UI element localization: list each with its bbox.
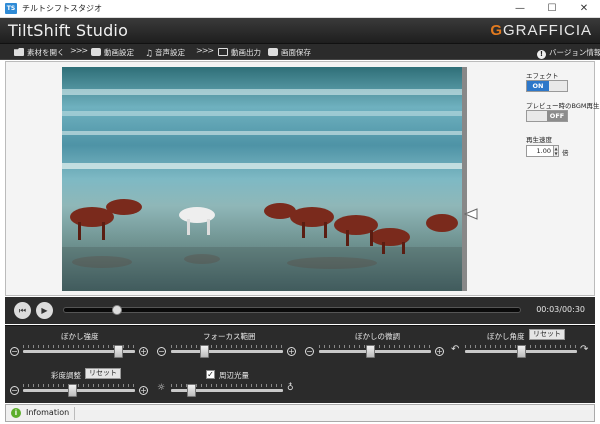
brand-logo-mark: G bbox=[490, 22, 503, 39]
effect-toggle[interactable]: ON bbox=[526, 80, 568, 92]
open-material-button[interactable]: 素材を開く bbox=[14, 46, 65, 59]
focus-range-label: フォーカス範囲 bbox=[203, 332, 256, 341]
version-info-button[interactable]: ! バージョン情報 bbox=[537, 46, 600, 59]
saturation-reset-button[interactable]: リセット bbox=[85, 368, 121, 379]
information-label: Infomation bbox=[26, 408, 70, 417]
app-header: TiltShift Studio GGRAFFICIA bbox=[0, 18, 600, 43]
film-icon bbox=[218, 48, 228, 56]
speed-label: 再生速度 bbox=[526, 136, 552, 144]
video-preview[interactable] bbox=[62, 67, 462, 291]
minimize-button[interactable]: — bbox=[504, 0, 536, 18]
divider bbox=[74, 407, 75, 420]
blur-fine-label: ぼかしの微調 bbox=[355, 332, 400, 341]
speed-unit: 倍 bbox=[562, 149, 569, 157]
blur-fine-minus-icon[interactable]: − bbox=[305, 347, 314, 356]
blur-strength-slider[interactable] bbox=[23, 345, 135, 358]
preview-stage: エフェクト ON プレビュー時のBGM再生 OFF 再生速度 1.00 ▲ ▼ 倍 bbox=[5, 61, 600, 296]
bgm-toggle[interactable]: OFF bbox=[526, 110, 568, 122]
rotate-left-icon[interactable]: ↶ bbox=[451, 344, 459, 355]
blur-angle-thumb[interactable] bbox=[516, 345, 526, 358]
window-title: チルトシフトスタジオ bbox=[22, 4, 102, 13]
saturation-plus-icon[interactable]: + bbox=[139, 386, 148, 395]
open-material-label: 素材を開く bbox=[27, 48, 65, 57]
close-button[interactable]: ✕ bbox=[568, 0, 600, 18]
save-image-label: 画面保存 bbox=[281, 48, 311, 57]
preview-scrollbar[interactable] bbox=[462, 67, 467, 291]
focus-range-slider[interactable] bbox=[171, 345, 283, 358]
blur-strength-label: ぼかし強度 bbox=[61, 332, 99, 341]
blur-angle-reset-button[interactable]: リセット bbox=[529, 329, 565, 340]
seek-knob[interactable] bbox=[112, 305, 123, 315]
save-image-button[interactable]: 画面保存 bbox=[268, 46, 311, 59]
camera-icon bbox=[268, 48, 278, 56]
blur-fine-plus-icon[interactable]: + bbox=[435, 347, 444, 356]
info-circle-icon: i bbox=[11, 408, 21, 418]
speed-spinner[interactable]: ▲ ▼ bbox=[554, 145, 559, 157]
video-output-button[interactable]: 動画出力 bbox=[218, 46, 261, 59]
video-camera-icon bbox=[91, 48, 101, 56]
playback-bar: ⏮ ▶ 00:03/00:30 bbox=[5, 297, 595, 324]
bgm-off-state: OFF bbox=[547, 111, 567, 121]
blur-angle-label: ぼかし角度 bbox=[487, 332, 525, 341]
speed-input[interactable]: 1.00 bbox=[526, 145, 554, 157]
vignette-thumb[interactable] bbox=[187, 384, 197, 397]
play-button[interactable]: ▶ bbox=[36, 302, 53, 319]
blur-strength-thumb[interactable] bbox=[113, 345, 123, 358]
saturation-thumb[interactable] bbox=[68, 384, 78, 397]
rotate-right-icon[interactable]: ↷ bbox=[580, 344, 588, 355]
blur-strength-plus-icon[interactable]: + bbox=[139, 347, 148, 356]
blur-angle-slider[interactable] bbox=[465, 345, 577, 358]
saturation-slider[interactable] bbox=[23, 384, 135, 397]
app-title: TiltShift Studio bbox=[8, 21, 129, 40]
effect-on-state: ON bbox=[527, 81, 549, 91]
saturation-label: 彩度調整 bbox=[51, 371, 81, 380]
step-arrow-icon: >>> bbox=[196, 46, 214, 55]
music-note-icon: ♫ bbox=[145, 49, 154, 59]
vignette-label: 周辺光量 bbox=[219, 371, 249, 380]
brand-logo-text: GRAFFICIA bbox=[502, 22, 592, 39]
rewind-button[interactable]: ⏮ bbox=[14, 302, 31, 319]
information-bar: i Infomation bbox=[5, 404, 595, 422]
version-info-label: バージョン情報 bbox=[549, 48, 600, 57]
light-bulb-dim-icon[interactable]: ☼ bbox=[157, 383, 165, 393]
audio-settings-button[interactable]: ♫ 音声設定 bbox=[145, 46, 185, 59]
vignette-slider[interactable] bbox=[171, 384, 283, 397]
blur-fine-slider[interactable] bbox=[319, 345, 431, 358]
focus-range-plus-icon[interactable]: + bbox=[287, 347, 296, 356]
step-arrow-icon: >>> bbox=[70, 46, 88, 55]
brand-logo: GGRAFFICIA bbox=[490, 22, 592, 39]
video-settings-label: 動画設定 bbox=[104, 48, 134, 57]
window-titlebar: TS チルトシフトスタジオ — ☐ ✕ bbox=[0, 0, 600, 18]
blur-strength-minus-icon[interactable]: − bbox=[10, 347, 19, 356]
toolbar: 素材を開く >>> 動画設定 ♫ 音声設定 >>> 動画出力 画面保存 ! バージョ… bbox=[0, 43, 600, 60]
video-output-label: 動画出力 bbox=[231, 48, 261, 57]
focus-range-thumb[interactable] bbox=[199, 345, 209, 358]
info-icon: ! bbox=[537, 50, 546, 59]
video-settings-button[interactable]: 動画設定 bbox=[91, 46, 134, 59]
folder-icon bbox=[14, 48, 24, 56]
blur-fine-thumb[interactable] bbox=[366, 345, 376, 358]
horses-beach-image bbox=[62, 67, 462, 291]
saturation-minus-icon[interactable]: − bbox=[10, 386, 19, 395]
app-icon: TS bbox=[5, 3, 17, 14]
focus-range-minus-icon[interactable]: − bbox=[157, 347, 166, 356]
audio-settings-label: 音声設定 bbox=[155, 48, 185, 57]
effect-controls: ぼかし強度 − + フォーカス範囲 − + ぼかしの微調 − + ぼかし角度 リ… bbox=[5, 325, 595, 403]
bgm-label: プレビュー時のBGM再生 bbox=[526, 102, 600, 110]
time-readout: 00:03/00:30 bbox=[536, 305, 585, 314]
effect-label: エフェクト bbox=[526, 72, 559, 80]
maximize-button[interactable]: ☐ bbox=[536, 0, 568, 18]
seek-track[interactable] bbox=[63, 307, 521, 313]
vignette-checkbox[interactable]: ✓ bbox=[206, 370, 215, 379]
focus-marker-icon[interactable] bbox=[464, 208, 478, 220]
light-bulb-bright-icon[interactable]: ♁ bbox=[287, 383, 294, 393]
